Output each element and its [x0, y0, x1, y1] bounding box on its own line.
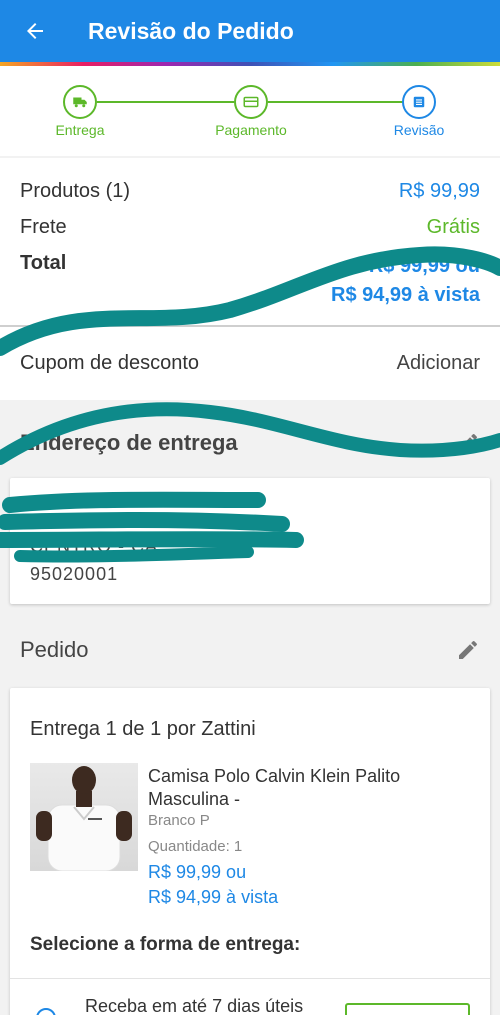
back-arrow-icon — [27, 23, 43, 39]
total-values: R$ 99,99 ou R$ 94,99 à vista — [331, 252, 480, 310]
add-coupon-button[interactable]: Adicionar — [397, 352, 480, 375]
total-cash: R$ 94,99 à vista — [331, 284, 480, 306]
order-summary: Produtos (1) R$ 99,99 Frete Grátis Total… — [0, 158, 500, 325]
order-header: Pedido — [20, 637, 480, 663]
order-card: Entrega 1 de 1 por Zattini Camisa Polo C… — [10, 688, 490, 1015]
step-connector — [268, 101, 404, 103]
address-title: Endereço de entrega — [20, 430, 238, 455]
order-title: Pedido — [20, 637, 89, 662]
app-bar: Revisão do Pedido — [0, 0, 500, 62]
coupon-row[interactable]: Cupom de desconto Adicionar — [0, 327, 500, 400]
product-price-cash: R$ 94,99 à vista — [148, 887, 279, 907]
credit-card-icon — [243, 96, 259, 108]
shipping-value: Grátis — [426, 216, 480, 238]
address-city: CENTRO - CA — [30, 536, 158, 556]
coupon-label: Cupom de desconto — [20, 352, 200, 374]
edit-address-icon[interactable] — [456, 431, 480, 455]
product-image — [30, 763, 138, 871]
product-price-installment: R$ 99,99 ou — [148, 862, 247, 882]
list-icon — [413, 96, 425, 108]
step-review[interactable] — [402, 85, 436, 119]
products-value: R$ 99,99 — [398, 180, 480, 202]
product-variant: Branco P — [148, 812, 210, 829]
products-row: Produtos (1) R$ 99,99 — [20, 180, 480, 203]
delivery-title: Entrega 1 de 1 por Zattini — [30, 718, 256, 740]
address-card: CENTRO - CA 95020001 — [10, 478, 490, 604]
shipping-divider — [10, 978, 490, 979]
shipping-label: Frete — [20, 216, 67, 238]
address-header: Endereço de entrega — [20, 430, 480, 456]
total-row: Total R$ 99,99 ou R$ 94,99 à vista — [20, 252, 480, 310]
step-label-review: Revisão — [393, 122, 445, 138]
step-payment[interactable] — [234, 85, 268, 119]
products-label: Produtos (1) — [20, 180, 131, 202]
total-label: Total — [20, 252, 67, 274]
step-delivery[interactable] — [63, 85, 97, 119]
back-button[interactable] — [0, 0, 70, 62]
product-quantity: Quantidade: 1 — [148, 838, 243, 855]
shipping-option-label[interactable]: Receba em até 7 dias úteis — [85, 996, 303, 1015]
edit-order-icon[interactable] — [456, 638, 480, 662]
shipping-radio[interactable] — [36, 1008, 56, 1015]
shipping-row: Frete Grátis — [20, 216, 480, 239]
select-shipping-title: Selecione a forma de entrega: — [30, 934, 301, 955]
product-name: Camisa Polo Calvin Klein Palito Masculin… — [148, 766, 401, 809]
total-installment: R$ 99,99 ou — [368, 255, 480, 277]
shipping-price-badge — [345, 1003, 470, 1015]
step-label-payment: Pagamento — [215, 122, 287, 138]
truck-icon — [73, 97, 87, 108]
step-connector — [97, 101, 234, 103]
step-label-delivery: Entrega — [55, 122, 105, 138]
address-zip: 95020001 — [30, 564, 119, 584]
checkout-stepper: Entrega Pagamento Revisão — [0, 66, 500, 156]
page-title: Revisão do Pedido — [88, 17, 294, 44]
product-price: R$ 99,99 ou R$ 94,99 à vista — [148, 860, 278, 910]
